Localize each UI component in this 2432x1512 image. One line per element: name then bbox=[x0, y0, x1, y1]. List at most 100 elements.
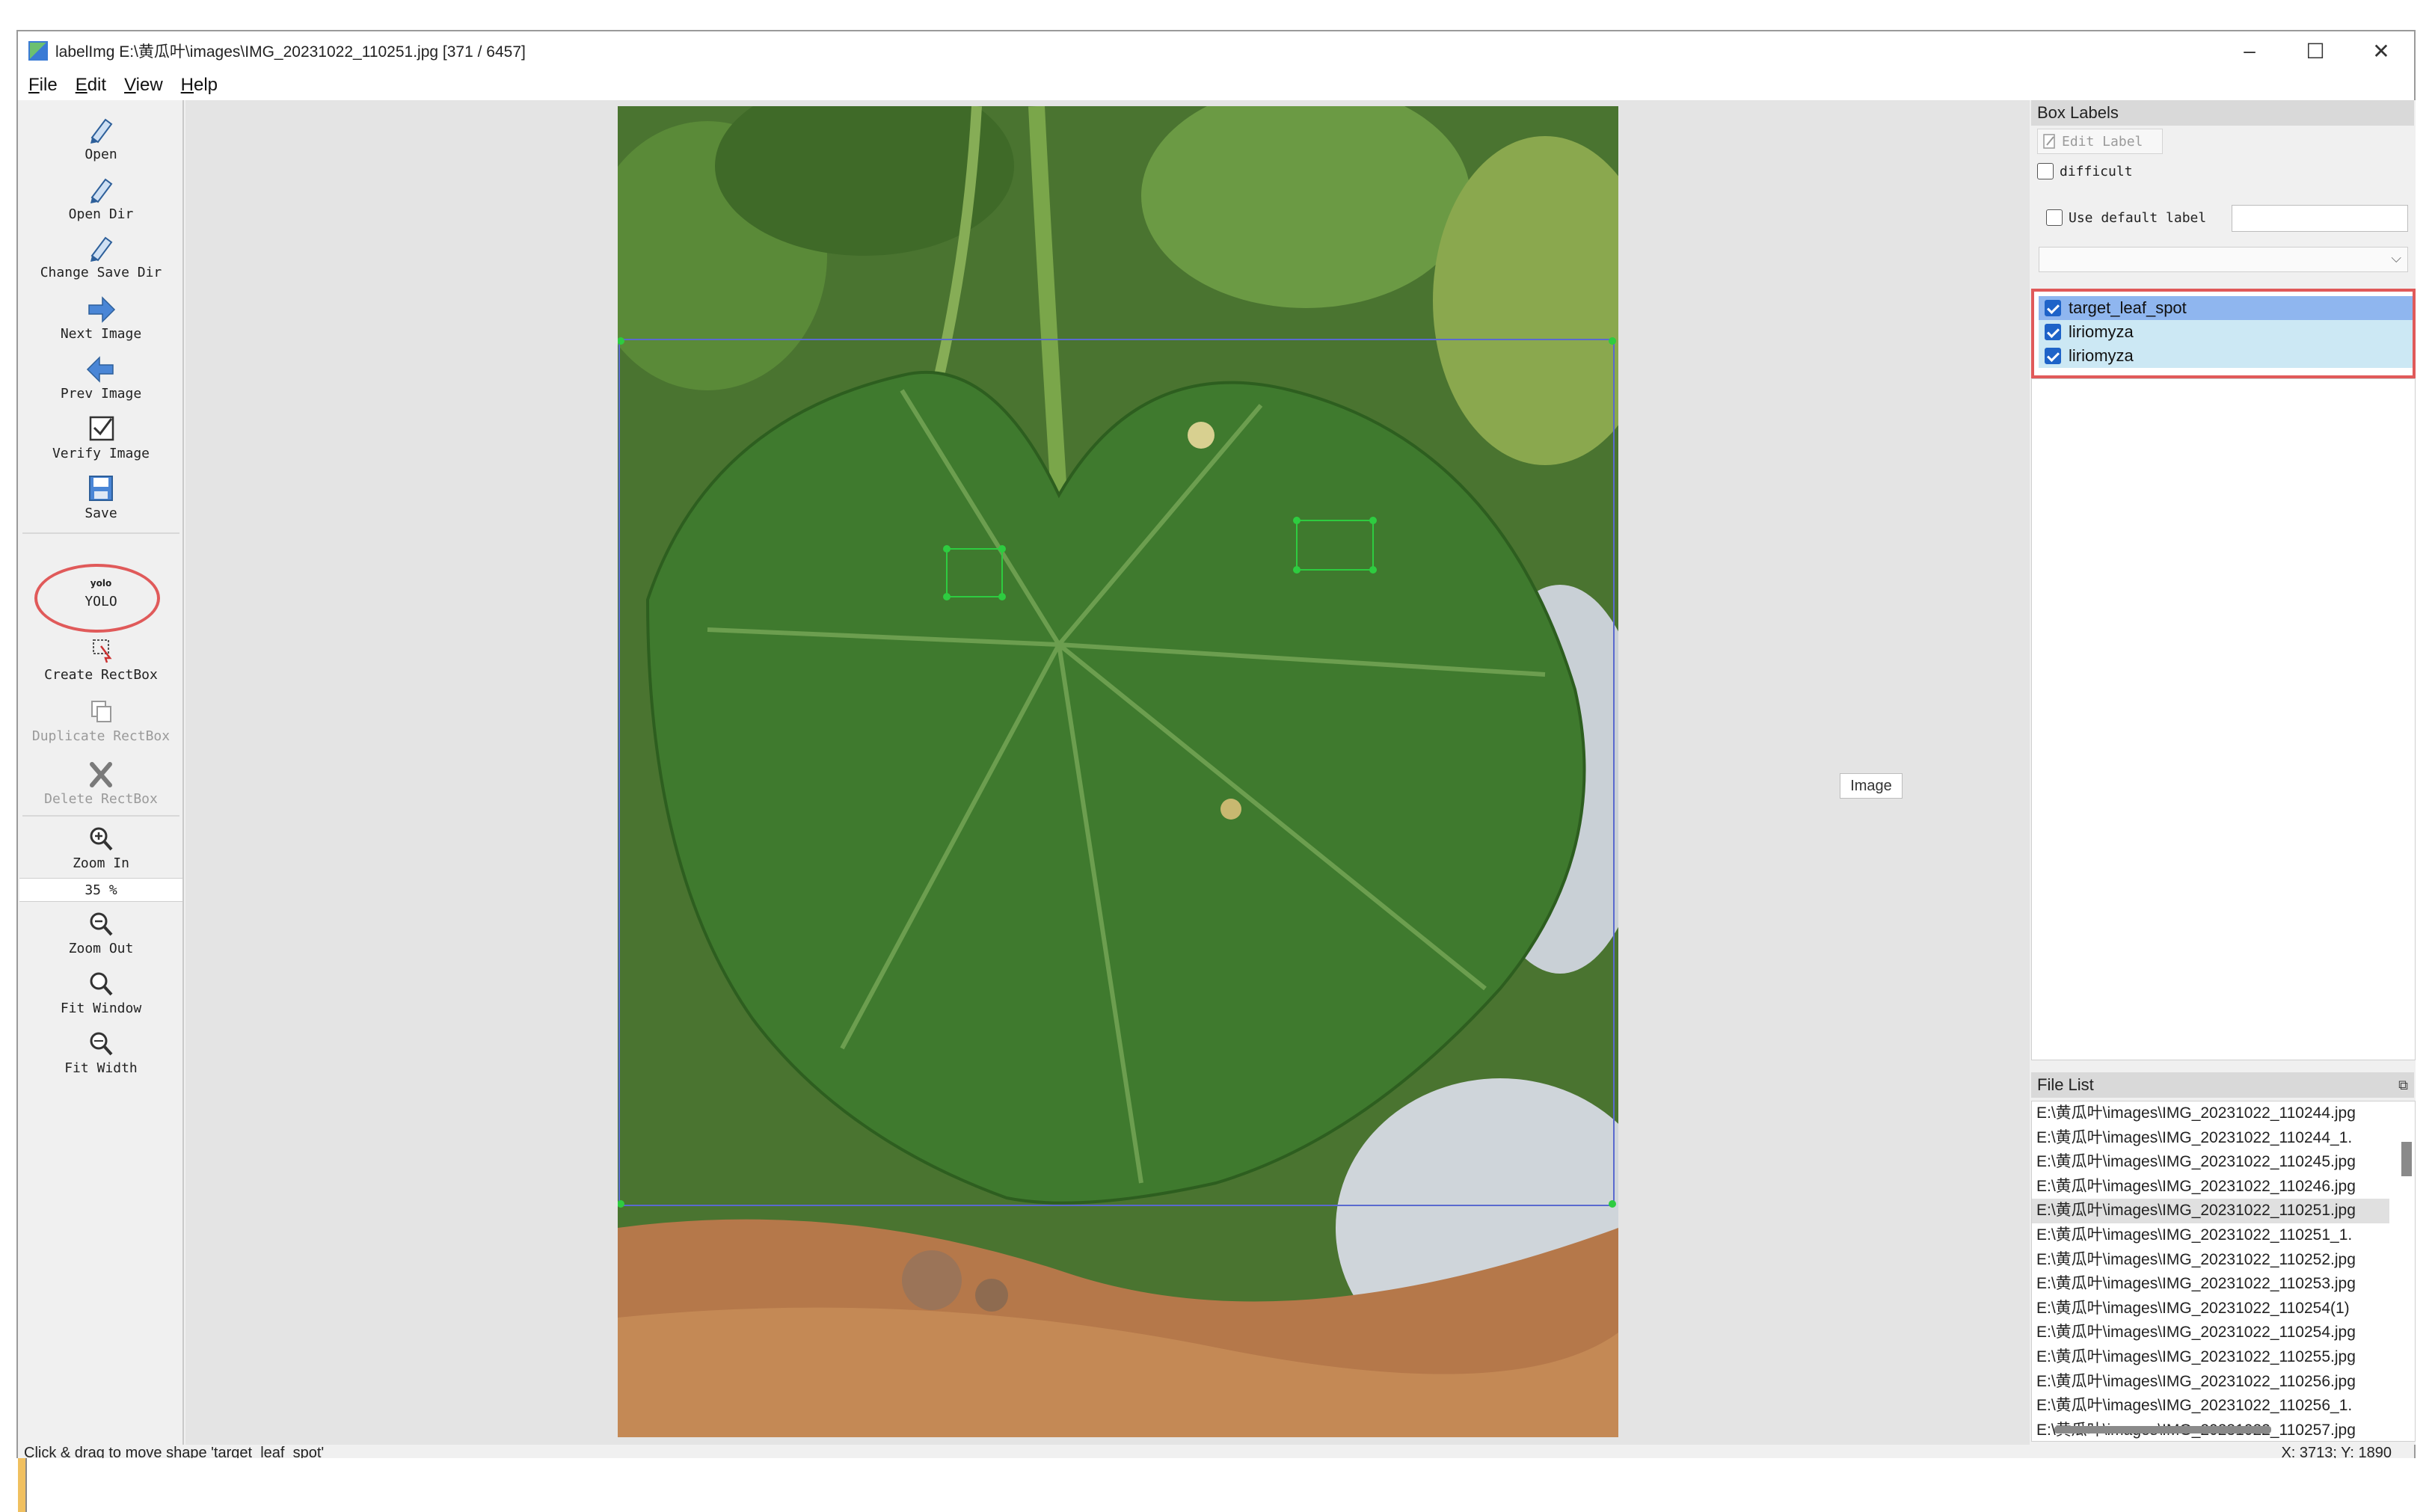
next-image-button[interactable]: Next Image bbox=[18, 295, 184, 342]
delete-rectbox-button[interactable]: Delete RectBox bbox=[18, 760, 184, 807]
label-item-text: liriomyza bbox=[2069, 322, 2134, 341]
cursor-coordinates: X: 3713; Y: 1890 bbox=[2281, 1445, 2392, 1458]
status-message: Click & drag to move shape 'target_leaf_… bbox=[24, 1445, 325, 1458]
edit-label-button[interactable]: Edit Label bbox=[2037, 129, 2163, 154]
cucumber-leaf-photo[interactable] bbox=[618, 106, 1618, 1437]
fit-window-label: Fit Window bbox=[60, 1001, 142, 1016]
open-label: Open bbox=[85, 147, 117, 162]
next-image-label: Next Image bbox=[60, 326, 142, 342]
difficult-checkbox-row[interactable]: difficult bbox=[2037, 163, 2133, 179]
label-item-liriomyza[interactable]: liriomyza bbox=[2039, 320, 2413, 344]
file-list-item[interactable]: E:\黄瓜叶\images\IMG_20231022_110256_1. bbox=[2032, 1394, 2389, 1419]
menu-help[interactable]: Help bbox=[181, 75, 218, 96]
prev-image-label: Prev Image bbox=[60, 386, 142, 402]
change-save-dir-icon bbox=[90, 236, 113, 262]
box-labels-title: Box Labels bbox=[2031, 100, 2414, 126]
zoom-out-icon bbox=[90, 912, 113, 936]
menu-view[interactable]: View bbox=[124, 75, 163, 96]
file-list-title: File List ⧉ bbox=[2031, 1072, 2414, 1098]
difficult-label: difficult bbox=[2060, 163, 2133, 179]
file-list-item-current[interactable]: E:\黄瓜叶\images\IMG_20231022_110251.jpg bbox=[2032, 1199, 2389, 1223]
zoom-level-field[interactable]: 35 % bbox=[19, 878, 182, 902]
checkbox-check-icon bbox=[89, 416, 114, 441]
file-list-item[interactable]: E:\黄瓜叶\images\IMG_20231022_110253.jpg bbox=[2032, 1272, 2389, 1297]
menu-file[interactable]: File bbox=[28, 75, 58, 96]
fit-width-button[interactable]: Fit Width bbox=[18, 1029, 184, 1076]
label-visible-checkbox[interactable] bbox=[2045, 300, 2061, 316]
toolbar-separator bbox=[22, 532, 179, 534]
file-list-vertical-scrollbar[interactable] bbox=[2401, 1142, 2412, 1176]
fit-window-button[interactable]: Fit Window bbox=[18, 969, 184, 1016]
file-list-title-text: File List bbox=[2037, 1075, 2094, 1094]
close-button[interactable]: ✕ bbox=[2348, 31, 2414, 70]
zoom-in-icon bbox=[90, 827, 113, 851]
file-list-item[interactable]: E:\黄瓜叶\images\IMG_20231022_110244_1. bbox=[2032, 1126, 2389, 1151]
use-default-label-checkbox[interactable] bbox=[2046, 209, 2063, 226]
prev-image-button[interactable]: Prev Image bbox=[18, 354, 184, 402]
menu-edit[interactable]: Edit bbox=[76, 75, 106, 96]
open-file-icon bbox=[90, 118, 113, 144]
file-list[interactable]: E:\黄瓜叶\images\IMG_20231022_110244.jpg E:… bbox=[2031, 1101, 2416, 1442]
label-visible-checkbox[interactable] bbox=[2045, 348, 2061, 364]
label-list-empty-area bbox=[2031, 378, 2416, 1060]
file-list-item[interactable]: E:\黄瓜叶\images\IMG_20231022_110245.jpg bbox=[2032, 1150, 2389, 1175]
open-dir-label: Open Dir bbox=[68, 206, 134, 222]
open-button[interactable]: Open bbox=[18, 115, 184, 162]
difficult-checkbox[interactable] bbox=[2037, 163, 2054, 179]
default-label-input[interactable] bbox=[2232, 205, 2408, 232]
float-dock-icon[interactable]: ⧉ bbox=[2398, 1078, 2408, 1093]
zoom-out-button[interactable]: Zoom Out bbox=[18, 909, 184, 956]
zoom-in-button[interactable]: Zoom In bbox=[18, 824, 184, 871]
duplicate-rectbox-label: Duplicate RectBox bbox=[31, 728, 171, 744]
file-list-item[interactable]: E:\黄瓜叶\images\IMG_20231022_110251_1. bbox=[2032, 1223, 2389, 1248]
window-title: labelImg E:\黄瓜叶\images\IMG_20231022_1102… bbox=[55, 43, 526, 61]
verify-image-button[interactable]: Verify Image bbox=[18, 414, 184, 461]
label-item-text: target_leaf_spot bbox=[2069, 298, 2187, 317]
right-dock: Box Labels Edit Label difficult Use defa… bbox=[2030, 100, 2416, 1445]
image-canvas[interactable]: Image bbox=[185, 100, 2030, 1445]
label-item-target-leaf-spot[interactable]: target_leaf_spot bbox=[2039, 296, 2413, 320]
use-default-label-row[interactable]: Use default label bbox=[2046, 209, 2206, 226]
duplicate-icon bbox=[91, 701, 111, 722]
file-list-item[interactable]: E:\黄瓜叶\images\IMG_20231022_110244.jpg bbox=[2032, 1101, 2389, 1126]
delete-rectbox-label: Delete RectBox bbox=[44, 791, 158, 807]
label-item-liriomyza[interactable]: liriomyza bbox=[2039, 344, 2413, 368]
save-button[interactable]: Save bbox=[18, 474, 184, 521]
label-list: target_leaf_spot liriomyza liriomyza bbox=[2039, 296, 2413, 368]
label-visible-checkbox[interactable] bbox=[2045, 324, 2061, 340]
zoom-out-label: Zoom Out bbox=[68, 941, 134, 956]
save-label: Save bbox=[85, 505, 117, 521]
label-item-text: liriomyza bbox=[2069, 346, 2134, 365]
file-list-item[interactable]: E:\黄瓜叶\images\IMG_20231022_110256.jpg bbox=[2032, 1370, 2389, 1395]
arrow-left-icon bbox=[86, 356, 114, 383]
fit-width-icon bbox=[90, 1032, 113, 1056]
create-rectbox-button[interactable]: Create RectBox bbox=[18, 636, 184, 683]
change-save-dir-button[interactable]: Change Save Dir bbox=[18, 233, 184, 280]
file-list-item[interactable]: E:\黄瓜叶\images\IMG_20231022_110254(1) bbox=[2032, 1297, 2389, 1321]
delete-cross-icon bbox=[90, 762, 112, 787]
file-list-item[interactable]: E:\黄瓜叶\images\IMG_20231022_110252.jpg bbox=[2032, 1248, 2389, 1273]
file-list-horizontal-scrollbar[interactable] bbox=[2054, 1426, 2271, 1433]
arrow-right-icon bbox=[88, 296, 116, 323]
status-bar: Click & drag to move shape 'target_leaf_… bbox=[18, 1445, 2414, 1458]
labelimg-window: labelImg E:\黄瓜叶\images\IMG_20231022_1102… bbox=[16, 30, 2416, 1512]
file-list-item[interactable]: E:\黄瓜叶\images\IMG_20231022_110246.jpg bbox=[2032, 1175, 2389, 1199]
photo-illustration bbox=[618, 106, 1618, 1437]
floppy-disk-icon bbox=[89, 476, 113, 501]
label-list-highlight: target_leaf_spot liriomyza liriomyza bbox=[2031, 289, 2416, 378]
open-dir-button[interactable]: Open Dir bbox=[18, 175, 184, 222]
verify-image-label: Verify Image bbox=[52, 446, 150, 461]
maximize-button[interactable]: ☐ bbox=[2282, 31, 2348, 70]
use-default-label-text: Use default label bbox=[2069, 209, 2207, 226]
label-combobox[interactable]: ⌵ bbox=[2039, 247, 2408, 272]
minimize-button[interactable]: – bbox=[2217, 31, 2282, 70]
title-bar: labelImg E:\黄瓜叶\images\IMG_20231022_1102… bbox=[18, 31, 2414, 70]
file-list-item[interactable]: E:\黄瓜叶\images\IMG_20231022_110255.jpg bbox=[2032, 1345, 2389, 1370]
file-list-item[interactable]: E:\黄瓜叶\images\IMG_20231022_110254.jpg bbox=[2032, 1321, 2389, 1345]
edit-label-text: Edit Label bbox=[2062, 133, 2143, 150]
open-dir-icon bbox=[90, 178, 113, 203]
duplicate-rectbox-button[interactable]: Duplicate RectBox bbox=[18, 697, 184, 744]
app-icon bbox=[28, 41, 48, 61]
menu-bar: File Edit View Help bbox=[18, 70, 2414, 100]
chevron-down-icon: ⌵ bbox=[2391, 251, 2401, 265]
